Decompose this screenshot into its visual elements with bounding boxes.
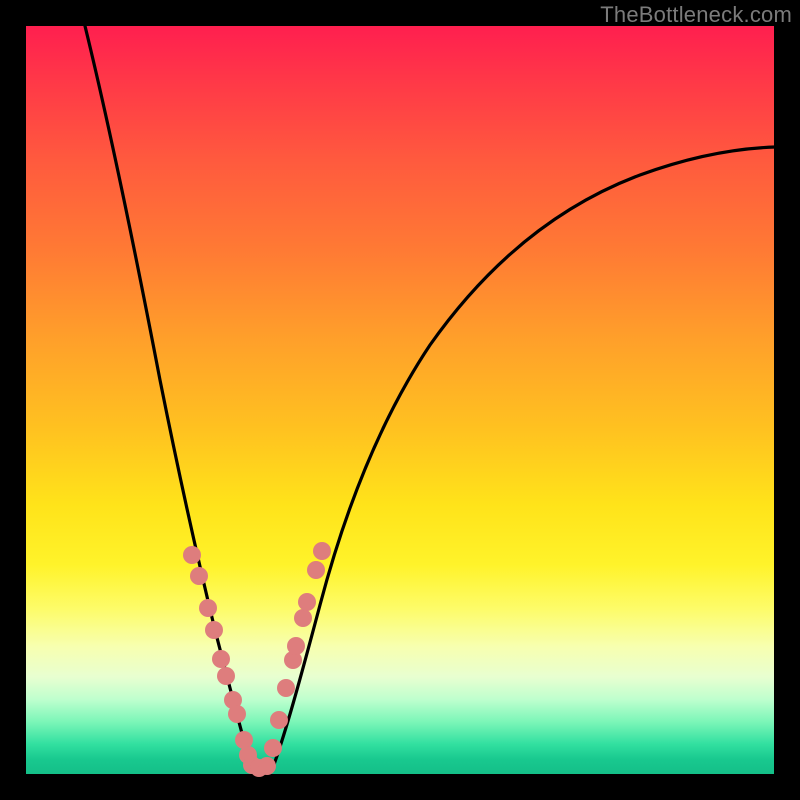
chart-frame: TheBottleneck.com xyxy=(0,0,800,800)
curve-right-branch xyxy=(272,147,775,770)
curve-left-branch xyxy=(85,26,258,770)
scatter-points xyxy=(183,542,331,777)
chart-overlay xyxy=(0,0,800,800)
